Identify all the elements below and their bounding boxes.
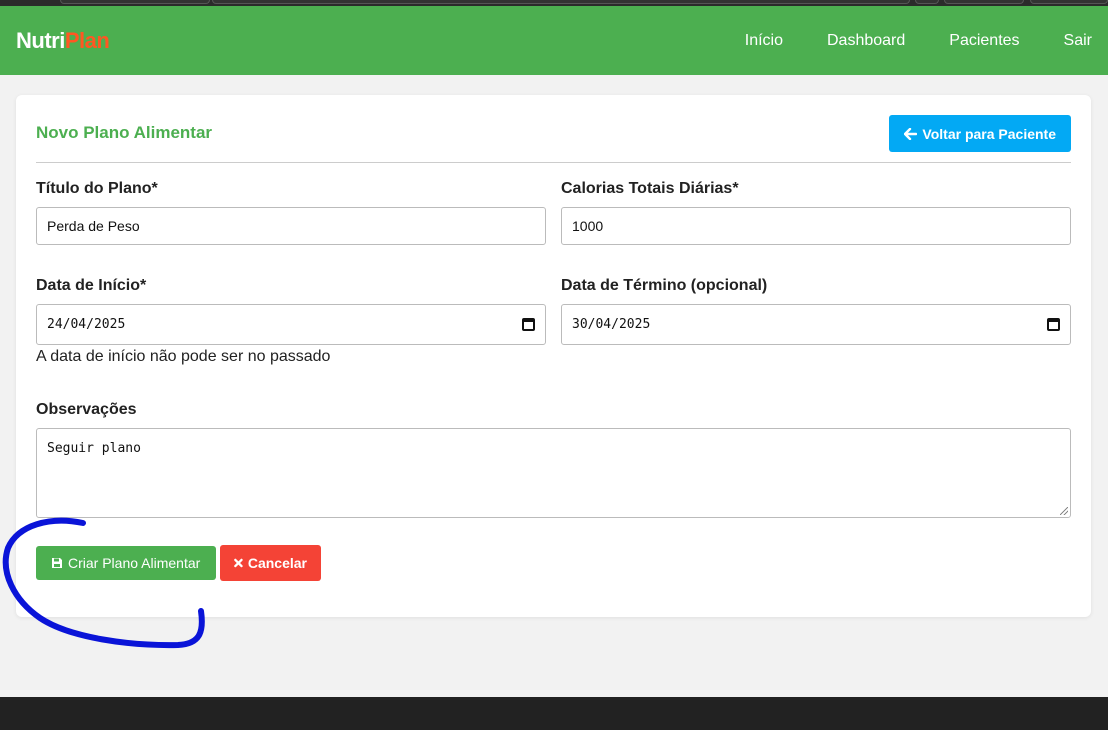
card-header: Novo Plano Alimentar Voltar para Pacient…: [36, 115, 1071, 163]
form-card: Novo Plano Alimentar Voltar para Pacient…: [16, 95, 1091, 617]
nav-link-sair[interactable]: Sair: [1064, 32, 1092, 50]
cancel-label: Cancelar: [247, 555, 307, 571]
title-input[interactable]: Perda de Peso: [36, 207, 546, 245]
floppy-disk-icon: [52, 558, 62, 568]
footer: [0, 697, 1108, 730]
times-icon: [234, 558, 243, 568]
calories-label: Calorias Totais Diárias*: [561, 180, 739, 197]
navbar: NutriPlan Início Dashboard Pacientes Sai…: [0, 6, 1108, 75]
back-button-label: Voltar para Paciente: [922, 125, 1056, 142]
cancel-button[interactable]: Cancelar: [220, 545, 321, 581]
nav-link-dashboard[interactable]: Dashboard: [827, 32, 905, 50]
brand-part-2: Plan: [64, 27, 110, 53]
calories-input[interactable]: 1000: [561, 207, 1071, 245]
start-date-label: Data de Início*: [36, 277, 147, 294]
notes-label: Observações: [36, 401, 137, 418]
calendar-icon[interactable]: [1047, 318, 1060, 331]
calories-input-value: 1000: [572, 218, 604, 234]
create-plan-label: Criar Plano Alimentar: [68, 555, 201, 571]
start-date-input[interactable]: 24/04/2025: [36, 304, 546, 345]
nav-links: Início Dashboard Pacientes Sair: [745, 32, 1092, 50]
nav-link-inicio[interactable]: Início: [745, 32, 783, 50]
notes-value: Seguir plano: [47, 441, 141, 456]
back-to-patient-button[interactable]: Voltar para Paciente: [889, 115, 1071, 152]
create-plan-button[interactable]: Criar Plano Alimentar: [36, 546, 216, 580]
start-date-value: 24/04/2025: [47, 317, 126, 332]
notes-textarea[interactable]: Seguir plano: [36, 428, 1071, 518]
arrow-left-icon: [904, 127, 918, 140]
calendar-icon[interactable]: [522, 318, 535, 331]
resize-grip-icon[interactable]: [1060, 507, 1068, 515]
nav-link-pacientes[interactable]: Pacientes: [949, 32, 1019, 50]
end-date-label: Data de Término (opcional): [561, 277, 768, 294]
title-input-value: Perda de Peso: [47, 218, 140, 234]
end-date-input[interactable]: 30/04/2025: [561, 304, 1071, 345]
start-date-hint: A data de início não pode ser no passado: [36, 348, 331, 365]
title-label: Título do Plano*: [36, 180, 158, 197]
brand-part-1: Nutri: [16, 27, 65, 53]
page-title: Novo Plano Alimentar: [36, 123, 213, 142]
end-date-value: 30/04/2025: [572, 317, 651, 332]
brand-logo[interactable]: NutriPlan: [16, 27, 110, 54]
